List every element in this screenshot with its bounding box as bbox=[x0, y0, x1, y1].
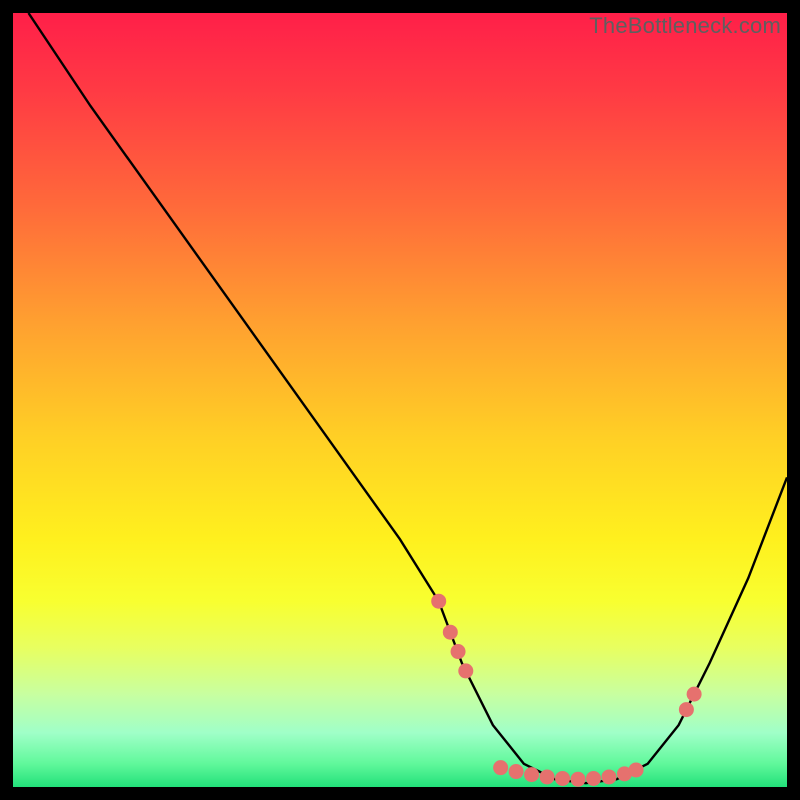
data-point bbox=[458, 663, 473, 678]
data-point bbox=[629, 762, 644, 777]
data-point bbox=[493, 760, 508, 775]
data-point bbox=[586, 771, 601, 786]
data-point bbox=[524, 767, 539, 782]
gradient-background bbox=[13, 13, 787, 787]
bottleneck-chart bbox=[13, 13, 787, 787]
data-point bbox=[451, 644, 466, 659]
data-point bbox=[509, 764, 524, 779]
data-point bbox=[601, 769, 616, 784]
data-point bbox=[555, 771, 570, 786]
data-point bbox=[540, 769, 555, 784]
watermark-text: TheBottleneck.com bbox=[589, 13, 781, 39]
data-point bbox=[443, 625, 458, 640]
chart-frame: TheBottleneck.com bbox=[13, 13, 787, 787]
data-point bbox=[571, 772, 586, 787]
data-point bbox=[431, 594, 446, 609]
data-point bbox=[687, 687, 702, 702]
data-point bbox=[679, 702, 694, 717]
